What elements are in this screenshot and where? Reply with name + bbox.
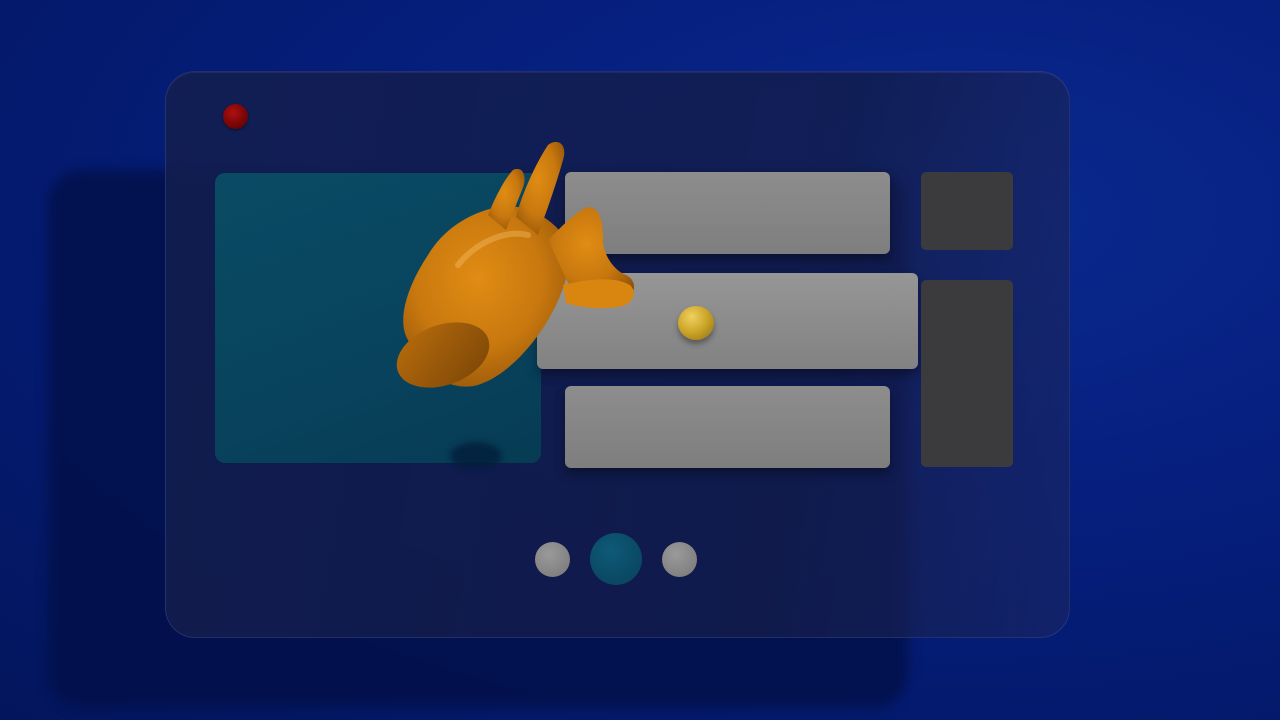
window-close-dot-icon[interactable] xyxy=(223,104,248,129)
drag-handle-ball-icon[interactable] xyxy=(678,306,714,340)
side-block-2[interactable] xyxy=(921,280,1013,467)
side-block-1[interactable] xyxy=(921,172,1013,250)
hand-pinch-icon xyxy=(396,141,635,388)
scene xyxy=(0,0,1280,720)
list-item-3[interactable] xyxy=(565,386,890,468)
pager-dot-1[interactable] xyxy=(535,542,570,577)
pager xyxy=(534,533,704,587)
pager-dot-3[interactable] xyxy=(662,542,697,577)
pager-dot-2-active[interactable] xyxy=(590,533,642,585)
hand-shadow xyxy=(450,442,502,470)
